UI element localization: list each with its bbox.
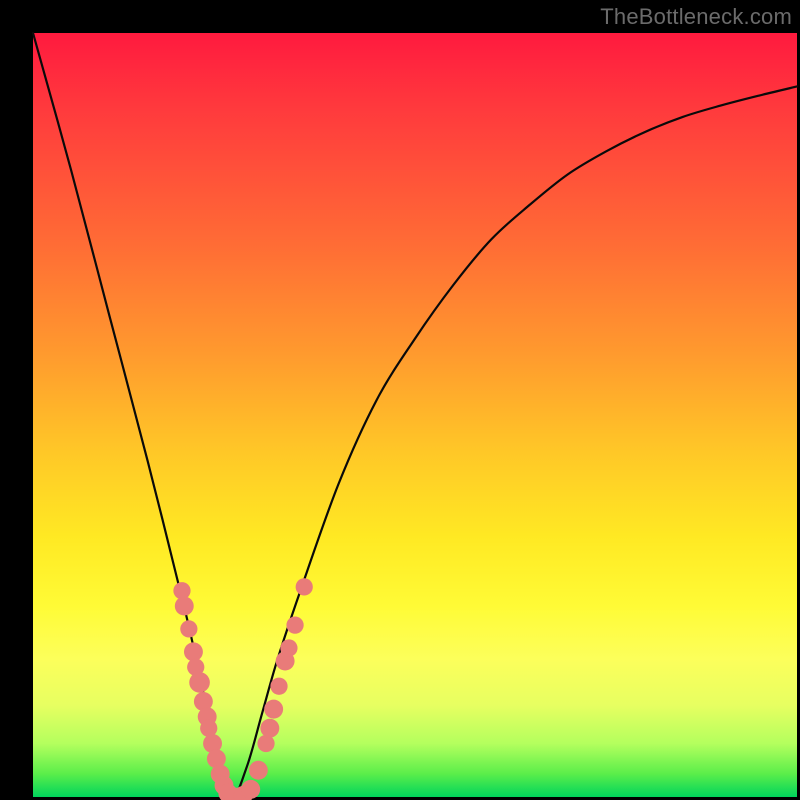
curve-svg bbox=[33, 33, 797, 797]
data-dot bbox=[296, 578, 313, 595]
data-dot bbox=[180, 620, 197, 637]
data-dot bbox=[270, 678, 287, 695]
data-dot bbox=[184, 642, 203, 661]
data-dot bbox=[280, 639, 297, 656]
chart-stage: TheBottleneck.com bbox=[0, 0, 800, 800]
data-dot bbox=[249, 761, 268, 780]
data-dots bbox=[173, 578, 312, 800]
data-dot bbox=[241, 780, 260, 799]
data-dot bbox=[173, 582, 190, 599]
bottleneck-curve bbox=[33, 33, 797, 797]
data-dot bbox=[189, 672, 210, 693]
data-dot bbox=[264, 700, 283, 719]
data-dot bbox=[260, 719, 279, 738]
data-dot bbox=[175, 597, 194, 616]
data-dot bbox=[200, 720, 217, 737]
watermark-text: TheBottleneck.com bbox=[600, 4, 792, 30]
data-dot bbox=[286, 616, 303, 633]
plot-area bbox=[33, 33, 797, 797]
data-dot bbox=[257, 735, 274, 752]
